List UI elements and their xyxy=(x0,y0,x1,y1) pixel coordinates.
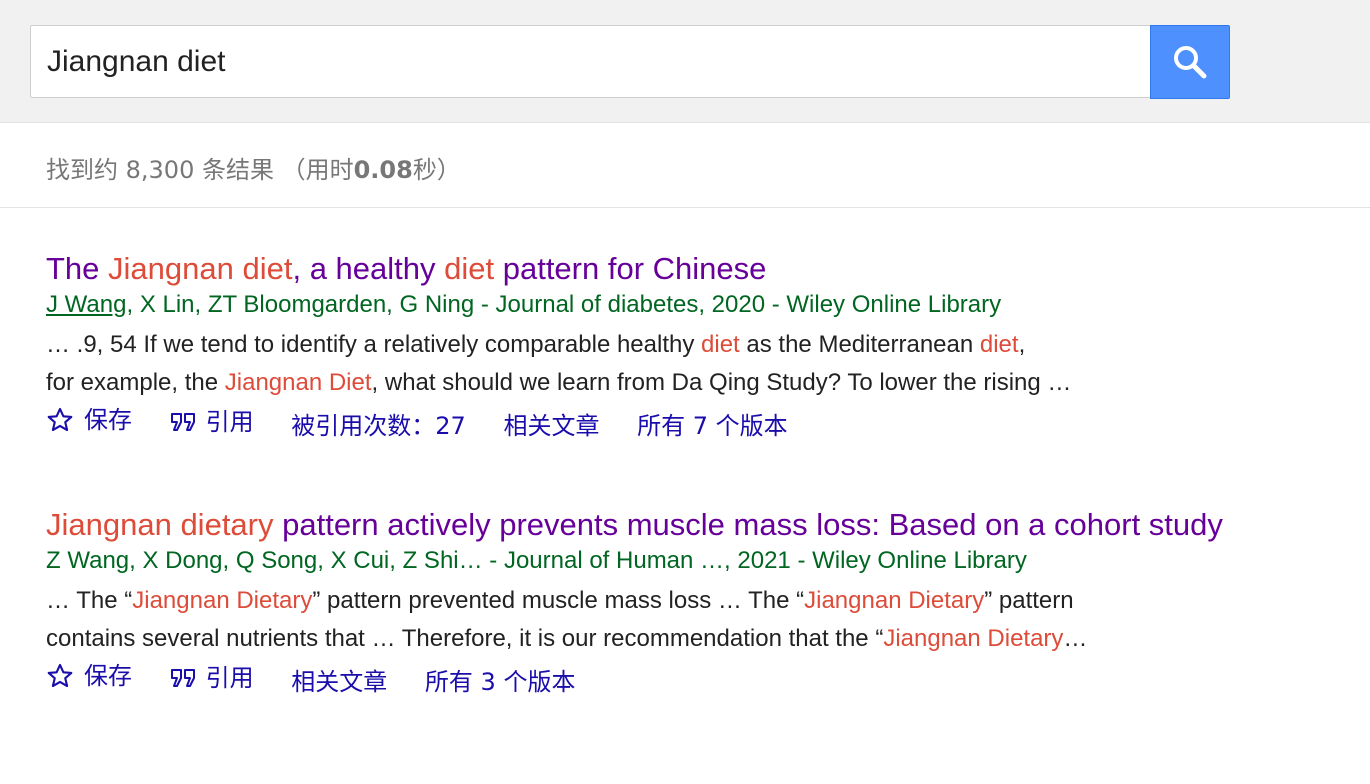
quote-icon xyxy=(170,410,196,434)
search-time: 0.08 xyxy=(353,156,413,184)
text-segment: , xyxy=(1018,331,1026,358)
text-segment: … The “ xyxy=(46,587,133,614)
text-segment: … .9, 54 If we tend to identify a relati… xyxy=(46,331,702,358)
cite-link[interactable]: 引用 xyxy=(170,406,254,438)
snippet-line: contains several nutrients that … Theref… xyxy=(46,620,1286,658)
highlighted-term: diet xyxy=(444,251,495,286)
text-segment: as the Mediterranean xyxy=(739,331,980,358)
results-count-text: 找到约 8,300 条结果 （用时 xyxy=(46,156,354,184)
search-icon xyxy=(1174,46,1207,79)
highlighted-term: Jiangnan Dietary xyxy=(883,625,1064,652)
text-segment: , a healthy xyxy=(292,251,445,286)
result-meta-text: , X Lin, ZT Bloomgarden, G Ning - Journa… xyxy=(126,291,1002,318)
highlighted-term: Jiangnan Diet xyxy=(224,369,372,396)
cited-by-link[interactable]: 被引用次数：27 xyxy=(291,410,466,442)
save-link[interactable]: 保存 xyxy=(46,404,132,436)
highlighted-term: Jiangnan dietary xyxy=(46,507,274,542)
related-articles-link[interactable]: 相关文章 xyxy=(291,666,387,698)
result-title-link[interactable]: The Jiangnan diet, a healthy diet patter… xyxy=(46,250,1286,288)
highlighted-term: diet xyxy=(979,331,1019,358)
save-link[interactable]: 保存 xyxy=(46,660,132,692)
text-segment: contains several nutrients that … Theref… xyxy=(46,625,884,652)
text-segment: pattern actively prevents muscle mass lo… xyxy=(273,507,1223,542)
highlighted-term: Jiangnan Dietary xyxy=(804,587,985,614)
search-input[interactable] xyxy=(47,26,1137,97)
save-label: 保存 xyxy=(84,662,132,690)
snippet-line: for example, the Jiangnan Diet, what sho… xyxy=(46,364,1286,402)
text-segment: , what should we learn from Da Qing Stud… xyxy=(371,369,1072,396)
result-title-link[interactable]: Jiangnan dietary pattern actively preven… xyxy=(46,506,1286,544)
text-segment: for example, the xyxy=(46,369,225,396)
star-icon xyxy=(46,662,74,690)
text-segment: … xyxy=(1063,625,1088,652)
save-label: 保存 xyxy=(84,406,132,434)
text-segment: pattern for Chinese xyxy=(494,251,767,286)
text-segment: The xyxy=(46,251,109,286)
search-header xyxy=(0,0,1370,123)
highlighted-term: diet xyxy=(701,331,740,358)
highlighted-term: Jiangnan diet xyxy=(108,251,293,286)
search-box xyxy=(30,25,1150,98)
result-snippet: … The “Jiangnan Dietary” pattern prevent… xyxy=(46,582,1286,658)
search-button[interactable] xyxy=(1150,25,1230,99)
search-result-2: Jiangnan dietary pattern actively preven… xyxy=(46,506,1286,698)
result-meta-text: Z Wang, X Dong, Q Song, X Cui, Z Shi… - … xyxy=(46,547,1027,574)
search-result-1: The Jiangnan diet, a healthy diet patter… xyxy=(46,250,1286,442)
star-icon xyxy=(46,406,74,434)
cite-link[interactable]: 引用 xyxy=(170,662,254,694)
text-segment: ” pattern prevented muscle mass loss … T… xyxy=(312,587,805,614)
snippet-line: … .9, 54 If we tend to identify a relati… xyxy=(46,326,1286,364)
quote-icon xyxy=(170,666,196,690)
highlighted-term: Jiangnan Dietary xyxy=(132,587,313,614)
cite-label: 引用 xyxy=(205,664,254,692)
results-count-suffix: 秒） xyxy=(412,156,461,184)
results-count: 找到约 8,300 条结果 （用时0.08秒） xyxy=(46,150,461,185)
text-segment: ” pattern xyxy=(984,587,1074,614)
result-snippet: … .9, 54 If we tend to identify a relati… xyxy=(46,326,1286,402)
all-versions-link[interactable]: 所有 7 个版本 xyxy=(637,410,788,442)
result-meta: J Wang, X Lin, ZT Bloomgarden, G Ning - … xyxy=(46,290,1286,320)
snippet-line: … The “Jiangnan Dietary” pattern prevent… xyxy=(46,582,1286,620)
all-versions-link[interactable]: 所有 3 个版本 xyxy=(425,666,576,698)
cite-label: 引用 xyxy=(205,408,254,436)
result-meta: Z Wang, X Dong, Q Song, X Cui, Z Shi… - … xyxy=(46,546,1286,576)
result-actions: 保存 引用 相关文章 所有 3 个版本 xyxy=(46,660,1286,698)
related-articles-link[interactable]: 相关文章 xyxy=(503,410,599,442)
author-link[interactable]: J Wang xyxy=(46,291,126,318)
result-actions: 保存 引用 被引用次数：27 相关文章 所有 7 个版本 xyxy=(46,404,1286,442)
